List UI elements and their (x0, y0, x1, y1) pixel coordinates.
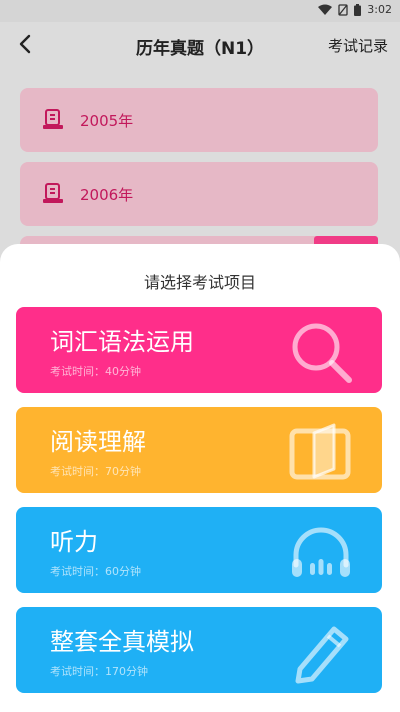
year-card-2006[interactable]: 2006年 (20, 162, 378, 226)
option-name: 听力 (50, 528, 98, 556)
status-time: 3:02 (367, 3, 392, 16)
option-time: 考试时间：70分钟 (50, 465, 141, 478)
battery-icon (354, 3, 362, 16)
exam-paper-icon (43, 109, 63, 129)
headphones-icon (292, 527, 350, 577)
option-time: 考试时间：60分钟 (50, 565, 141, 578)
option-full-mock-exam[interactable]: 整套全真模拟 考试时间：170分钟 (16, 607, 382, 693)
option-time: 考试时间：170分钟 (50, 665, 148, 678)
option-reading[interactable]: 阅读理解 考试时间：70分钟 (16, 407, 382, 493)
option-name: 阅读理解 (50, 428, 146, 456)
status-bar: 3:02 (0, 0, 400, 22)
wifi-icon (318, 4, 333, 15)
search-icon (292, 323, 352, 383)
option-name: 整套全真模拟 (50, 628, 194, 656)
nav-header: 历年真题（N1） 考试记录 (0, 22, 400, 68)
option-vocabulary-grammar[interactable]: 词汇语法运用 考试时间：40分钟 (16, 307, 382, 393)
year-label: 2005年 (80, 112, 134, 130)
exam-type-sheet: 请选择考试项目 词汇语法运用 考试时间：40分钟 阅读理解 考试时间：70分钟 … (0, 244, 400, 712)
option-listening[interactable]: 听力 考试时间：60分钟 (16, 507, 382, 593)
pencil-icon (295, 626, 349, 684)
exam-record-link[interactable]: 考试记录 (328, 35, 388, 56)
year-card-2005[interactable]: 2005年 (20, 88, 378, 152)
option-time: 考试时间：40分钟 (50, 365, 141, 378)
option-name: 词汇语法运用 (50, 328, 194, 356)
sheet-title: 请选择考试项目 (143, 273, 256, 292)
exam-paper-icon (43, 183, 63, 203)
no-sim-icon (338, 3, 348, 16)
book-icon (289, 423, 351, 480)
status-icons: 3:02 (318, 3, 392, 16)
year-label: 2006年 (80, 186, 134, 204)
